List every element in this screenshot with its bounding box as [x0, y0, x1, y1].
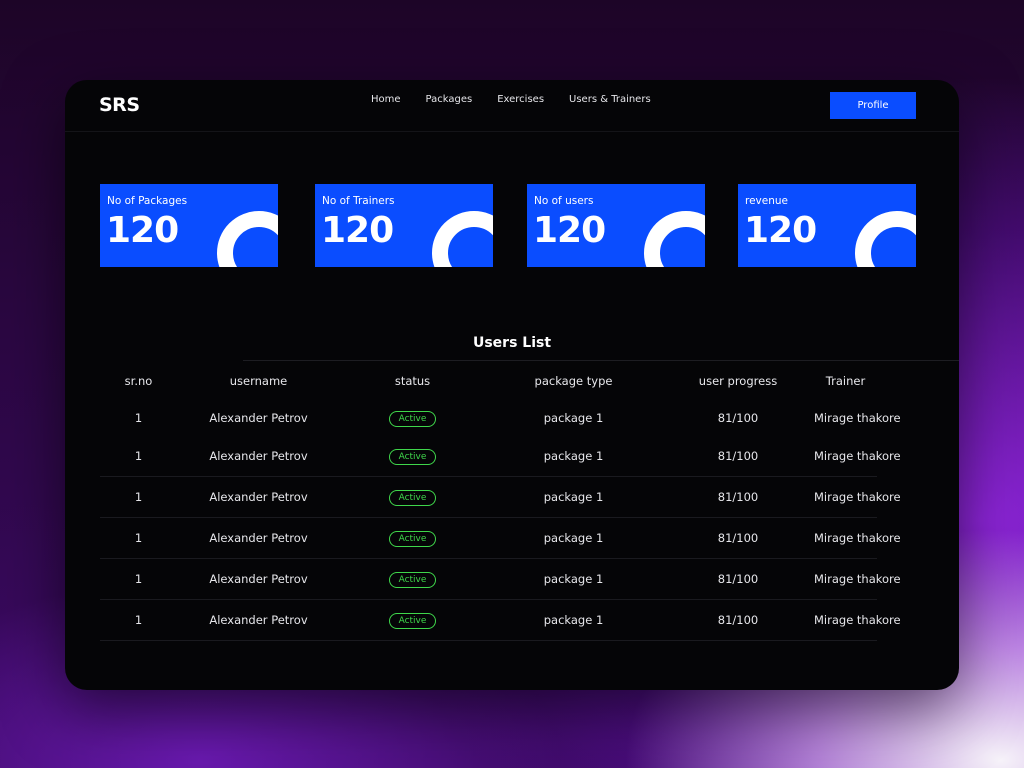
column-header-username[interactable]: username: [177, 361, 340, 400]
cell-package-type: package 1: [485, 558, 662, 600]
table-row[interactable]: 1 Alexander Petrov Active package 1 81/1…: [100, 476, 901, 518]
stat-value: 120: [106, 210, 179, 251]
nav-link-home[interactable]: Home: [371, 94, 401, 105]
cell-progress: 81/100: [662, 436, 814, 477]
status-badge: Active: [388, 410, 437, 427]
cell-status: Active: [340, 517, 485, 559]
cell-progress: 81/100: [662, 517, 814, 559]
stat-label: No of Packages: [107, 195, 188, 207]
cell-username: Alexander Petrov: [177, 517, 340, 559]
table-row[interactable]: 1 Alexander Petrov Active package 1 81/1…: [100, 400, 901, 436]
cell-trainer: Mirage thakore: [814, 517, 901, 559]
stat-card-trainers[interactable]: No of Trainers 120: [315, 184, 493, 267]
cell-username: Alexander Petrov: [209, 411, 308, 425]
profile-button[interactable]: Profile: [830, 92, 916, 119]
cell-trainer: Mirage thakore: [814, 599, 901, 641]
status-badge: Active: [388, 571, 437, 588]
stat-value: 120: [533, 210, 606, 251]
ring-graphic-icon: [644, 211, 705, 267]
stat-card-users[interactable]: No of users 120: [527, 184, 705, 267]
nav-link-users-trainers[interactable]: Users & Trainers: [569, 94, 651, 105]
dashboard-window: SRS Home Packages Exercises Users & Trai…: [65, 80, 959, 690]
column-header-trainer[interactable]: Trainer: [814, 361, 877, 400]
cell-srno: 1: [100, 436, 177, 477]
cell-status: Active: [340, 476, 485, 518]
stat-value: 120: [321, 210, 394, 251]
table-row[interactable]: 1 Alexander Petrov Active package 1 81/1…: [100, 558, 901, 600]
cell-status: Active: [340, 436, 485, 477]
stat-value: 120: [744, 210, 817, 251]
cell-package-type: package 1: [485, 599, 662, 641]
column-header-srno[interactable]: sr.no: [100, 361, 177, 400]
cell-srno: 1: [100, 599, 177, 641]
status-badge: Active: [388, 489, 437, 506]
table-row[interactable]: 1 Alexander Petrov Active package 1 81/1…: [100, 517, 901, 559]
table-header-row: sr.no username status package type user …: [100, 361, 877, 400]
ring-graphic-icon: [217, 211, 278, 267]
column-header-package-type[interactable]: package type: [485, 361, 662, 400]
cell-status: Active: [340, 400, 485, 436]
cell-username: Alexander Petrov: [177, 558, 340, 600]
cell-package-type: package 1: [485, 436, 662, 477]
cell-status: Active: [340, 599, 485, 641]
cell-srno: 1: [100, 558, 177, 600]
cell-srno: 1: [134, 411, 143, 425]
app-logo[interactable]: SRS: [99, 94, 140, 116]
stat-label: No of Trainers: [322, 195, 395, 207]
table-row[interactable]: 1 Alexander Petrov Active package 1 81/1…: [100, 599, 901, 641]
cell-username: Alexander Petrov: [177, 599, 340, 641]
status-badge: Active: [388, 448, 437, 465]
status-badge: Active: [388, 530, 437, 547]
cell-trainer: Mirage thakore: [814, 411, 901, 425]
cell-trainer: Mirage thakore: [814, 558, 901, 600]
cell-progress: 81/100: [662, 558, 814, 600]
cell-srno: 1: [100, 476, 177, 518]
users-table: sr.no username status package type user …: [100, 361, 901, 641]
nav-link-packages[interactable]: Packages: [426, 94, 473, 105]
users-list-title: Users List: [472, 335, 552, 351]
column-header-status[interactable]: status: [340, 361, 485, 400]
nav-link-exercises[interactable]: Exercises: [497, 94, 544, 105]
stat-card-revenue[interactable]: revenue 120: [738, 184, 916, 267]
cell-status: Active: [340, 558, 485, 600]
top-navigation: SRS Home Packages Exercises Users & Trai…: [65, 80, 959, 132]
ring-graphic-icon: [432, 211, 493, 267]
cell-username: Alexander Petrov: [177, 436, 340, 477]
cell-progress: 81/100: [662, 599, 814, 641]
cell-trainer: Mirage thakore: [814, 476, 901, 518]
cell-progress: 81/100: [662, 476, 814, 518]
cell-package-type: package 1: [543, 411, 604, 425]
status-badge: Active: [388, 612, 437, 629]
cell-trainer: Mirage thakore: [814, 436, 901, 477]
stat-card-packages[interactable]: No of Packages 120: [100, 184, 278, 267]
column-header-user-progress[interactable]: user progress: [662, 361, 814, 400]
cell-progress: 81/100: [717, 411, 759, 425]
ring-graphic-icon: [855, 211, 916, 267]
cell-package-type: package 1: [485, 517, 662, 559]
nav-links: Home Packages Exercises Users & Trainers: [371, 94, 676, 105]
cell-username: Alexander Petrov: [177, 476, 340, 518]
cell-srno: 1: [100, 517, 177, 559]
cell-package-type: package 1: [485, 476, 662, 518]
stat-label: No of users: [534, 195, 594, 207]
table-row[interactable]: 1 Alexander Petrov Active package 1 81/1…: [100, 436, 901, 477]
stat-label: revenue: [745, 195, 788, 207]
